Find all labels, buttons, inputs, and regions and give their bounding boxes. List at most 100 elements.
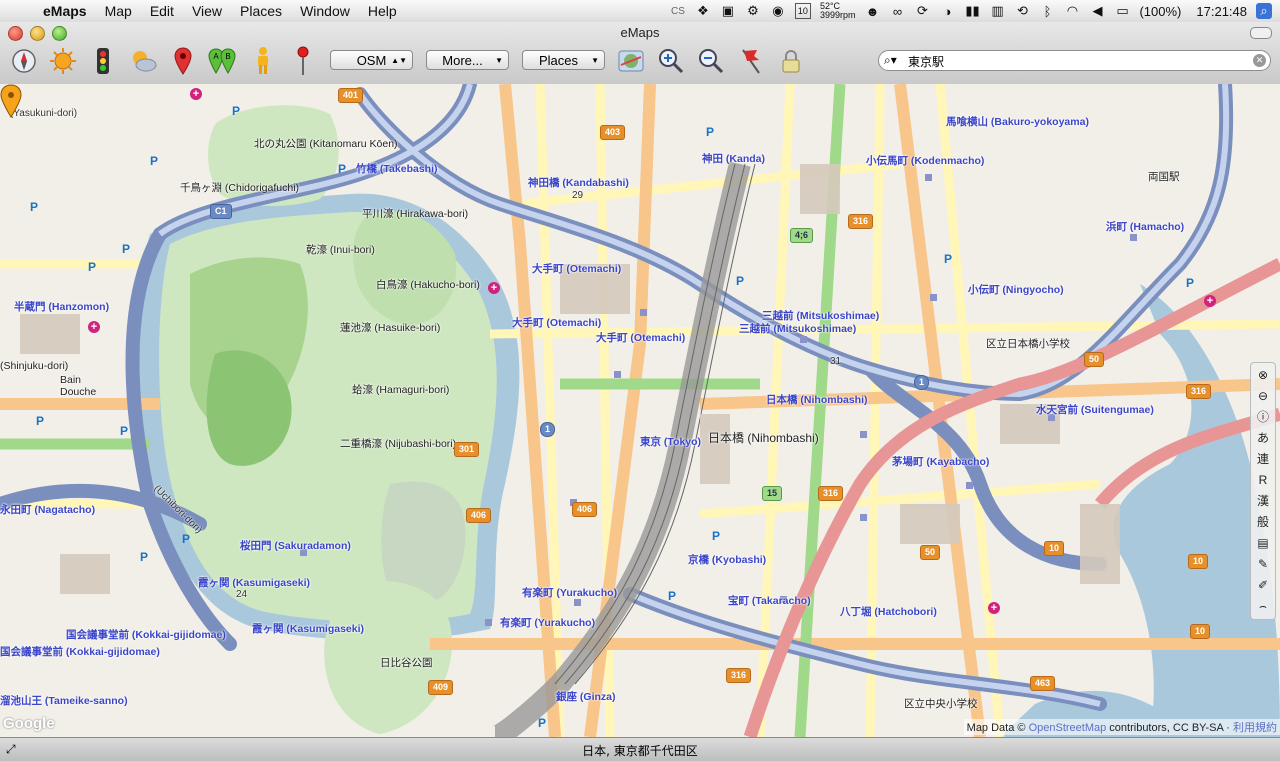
streetview-button[interactable] xyxy=(248,46,278,76)
minus-icon[interactable]: ⊖ xyxy=(1258,387,1268,406)
kanji-ban-icon[interactable]: 般 xyxy=(1257,513,1269,532)
map-view[interactable]: 神田 (Kanda) 小伝馬町 (Kodenmacho) 馬喰横山 (Bakur… xyxy=(0,84,1280,737)
clock[interactable]: 17:21:48 xyxy=(1196,4,1247,19)
more-dropdown[interactable]: More... ▼ xyxy=(426,50,509,70)
hospital-icon: + xyxy=(88,321,100,333)
osm-link[interactable]: OpenStreetMap xyxy=(1029,722,1107,734)
map-label: 日比谷公園 xyxy=(380,657,433,669)
menu-help[interactable]: Help xyxy=(359,3,406,19)
terms-link[interactable]: 利用規約 xyxy=(1233,722,1277,734)
sync-icon[interactable]: ⟳ xyxy=(914,3,930,19)
menu-places[interactable]: Places xyxy=(231,3,291,19)
r-icon[interactable]: R xyxy=(1259,471,1268,490)
battery-percent[interactable]: (100%) xyxy=(1139,4,1181,19)
location-pin-icon[interactable] xyxy=(0,84,22,118)
parking-icon: P xyxy=(712,529,721,543)
cs-icon[interactable]: CS xyxy=(670,3,686,19)
map-label: 竹橋 (Takebashi) xyxy=(356,163,438,175)
route-shield: 50 xyxy=(920,545,941,560)
compass-button[interactable] xyxy=(9,46,39,76)
hospital-icon: + xyxy=(988,602,1000,614)
search-input[interactable] xyxy=(906,52,1240,70)
map-label: 神田橋 (Kandabashi) xyxy=(528,177,629,189)
temperature-readout[interactable]: 52°C 3999rpm xyxy=(820,2,856,20)
weather-icon xyxy=(133,51,157,72)
zoom-out-button[interactable] xyxy=(696,46,726,76)
google-logo: Google xyxy=(3,715,55,732)
zoom-in-button[interactable] xyxy=(656,46,686,76)
pencil-icon[interactable]: ✎ xyxy=(1258,555,1268,574)
status-bar: ⤢ 日本, 東京都千代田区 xyxy=(0,737,1280,761)
memory-icon[interactable]: ▮▮ xyxy=(964,3,980,19)
map-label: 浜町 (Hamacho) xyxy=(1106,221,1185,233)
flag-button[interactable] xyxy=(736,46,766,76)
map-label: 蛤濠 (Hamaguri-bori) xyxy=(352,384,450,396)
wifi-icon[interactable]: ◠ xyxy=(1064,3,1080,19)
flag-icon xyxy=(742,49,760,74)
lock-button[interactable] xyxy=(776,46,806,76)
volume-icon[interactable]: ◀ xyxy=(1089,3,1105,19)
sun-button[interactable] xyxy=(48,46,78,76)
calendar-icon[interactable]: 10 xyxy=(794,3,811,19)
side-palette: ⊗ ⊖ ⓘ あ 連 R 漢 般 ▤ ✎ ✐ ⌢ xyxy=(1250,362,1276,620)
pegman-icon xyxy=(258,47,268,74)
map-type-select[interactable]: OSM ▲▼ xyxy=(330,50,413,70)
map-view-button[interactable] xyxy=(616,46,646,76)
dropbox-icon[interactable]: ❖ xyxy=(695,3,711,19)
calculator-icon[interactable]: ▤ xyxy=(1257,534,1268,553)
parking-icon: P xyxy=(736,274,745,288)
map-label: 大手町 (Otemachi) xyxy=(512,317,602,329)
route-button[interactable]: AB xyxy=(207,46,237,76)
clear-search-icon[interactable]: ✕ xyxy=(1253,54,1266,67)
map-label: 区立中央小学校 xyxy=(904,698,978,710)
bluetooth-icon[interactable]: ᛒ xyxy=(1039,3,1055,19)
marker-button[interactable] xyxy=(288,46,318,76)
map-label: 北の丸公園 (Kitanomaru Kōen) xyxy=(254,138,398,150)
map-label: 八丁堀 (Hatchobori) xyxy=(840,606,937,618)
map-label: 神田 (Kanda) xyxy=(702,153,765,165)
search-icon[interactable]: ⌕▾ xyxy=(884,53,897,68)
route-shield: C1 xyxy=(210,204,232,219)
pie-icon[interactable]: ◑ xyxy=(939,3,955,19)
info-icon[interactable]: ⓘ xyxy=(1257,408,1269,427)
route-shield: 316 xyxy=(1186,384,1212,399)
search-field[interactable]: ⌕▾ ✕ xyxy=(878,50,1271,71)
route-shield: 15 xyxy=(762,486,783,501)
edit-icon[interactable]: ✐ xyxy=(1258,576,1268,595)
menu-app[interactable]: eMaps xyxy=(34,3,96,19)
route-shield: 1 xyxy=(540,422,556,437)
spotlight-icon[interactable]: ⌕ xyxy=(1256,3,1272,19)
map-label: 溜池山王 (Tameike-sanno) xyxy=(0,695,128,707)
menu-view[interactable]: View xyxy=(183,3,231,19)
kanji-ren-icon[interactable]: 連 xyxy=(1257,450,1269,469)
places-dropdown[interactable]: Places ▼ xyxy=(522,50,605,70)
map-label: 白鳥濠 (Hakucho-bori) xyxy=(376,279,480,291)
timemachine-icon[interactable]: ⟲ xyxy=(1014,3,1030,19)
kanji-kan-icon[interactable]: 漢 xyxy=(1257,492,1269,511)
close-palette-icon[interactable]: ⊗ xyxy=(1258,366,1268,385)
map-label: 乾濠 (Inui-bori) xyxy=(306,244,375,256)
map-label: 小伝馬町 (Kodenmacho) xyxy=(866,155,985,167)
hiragana-icon[interactable]: あ xyxy=(1257,429,1269,448)
parking-icon: P xyxy=(150,154,159,168)
text-icon[interactable]: ▣ xyxy=(720,3,736,19)
parking-icon: P xyxy=(1186,276,1195,290)
map-label: 両国駅 xyxy=(1148,171,1180,183)
bracket-icon[interactable]: ⌢ xyxy=(1259,597,1267,616)
weather-button[interactable] xyxy=(128,46,158,76)
route-number: 29 xyxy=(572,190,584,201)
cpu-icon[interactable]: ▥ xyxy=(989,3,1005,19)
route-shield: 406 xyxy=(466,508,492,523)
gear-icon[interactable]: ⚙ xyxy=(745,3,761,19)
binoculars-icon[interactable]: ∞ xyxy=(889,3,905,19)
toolbar-toggle-button[interactable] xyxy=(1250,27,1272,39)
battery-icon[interactable]: ▭ xyxy=(1114,3,1130,19)
menu-map[interactable]: Map xyxy=(96,3,141,19)
menu-window[interactable]: Window xyxy=(291,3,359,19)
menu-edit[interactable]: Edit xyxy=(141,3,183,19)
traffic-button[interactable] xyxy=(88,46,118,76)
camera-icon[interactable]: ◉ xyxy=(770,3,786,19)
face-icon[interactable]: ☻ xyxy=(864,3,880,19)
map-label: 永田町 (Nagatacho) xyxy=(0,504,96,516)
pin-button[interactable] xyxy=(168,46,198,76)
